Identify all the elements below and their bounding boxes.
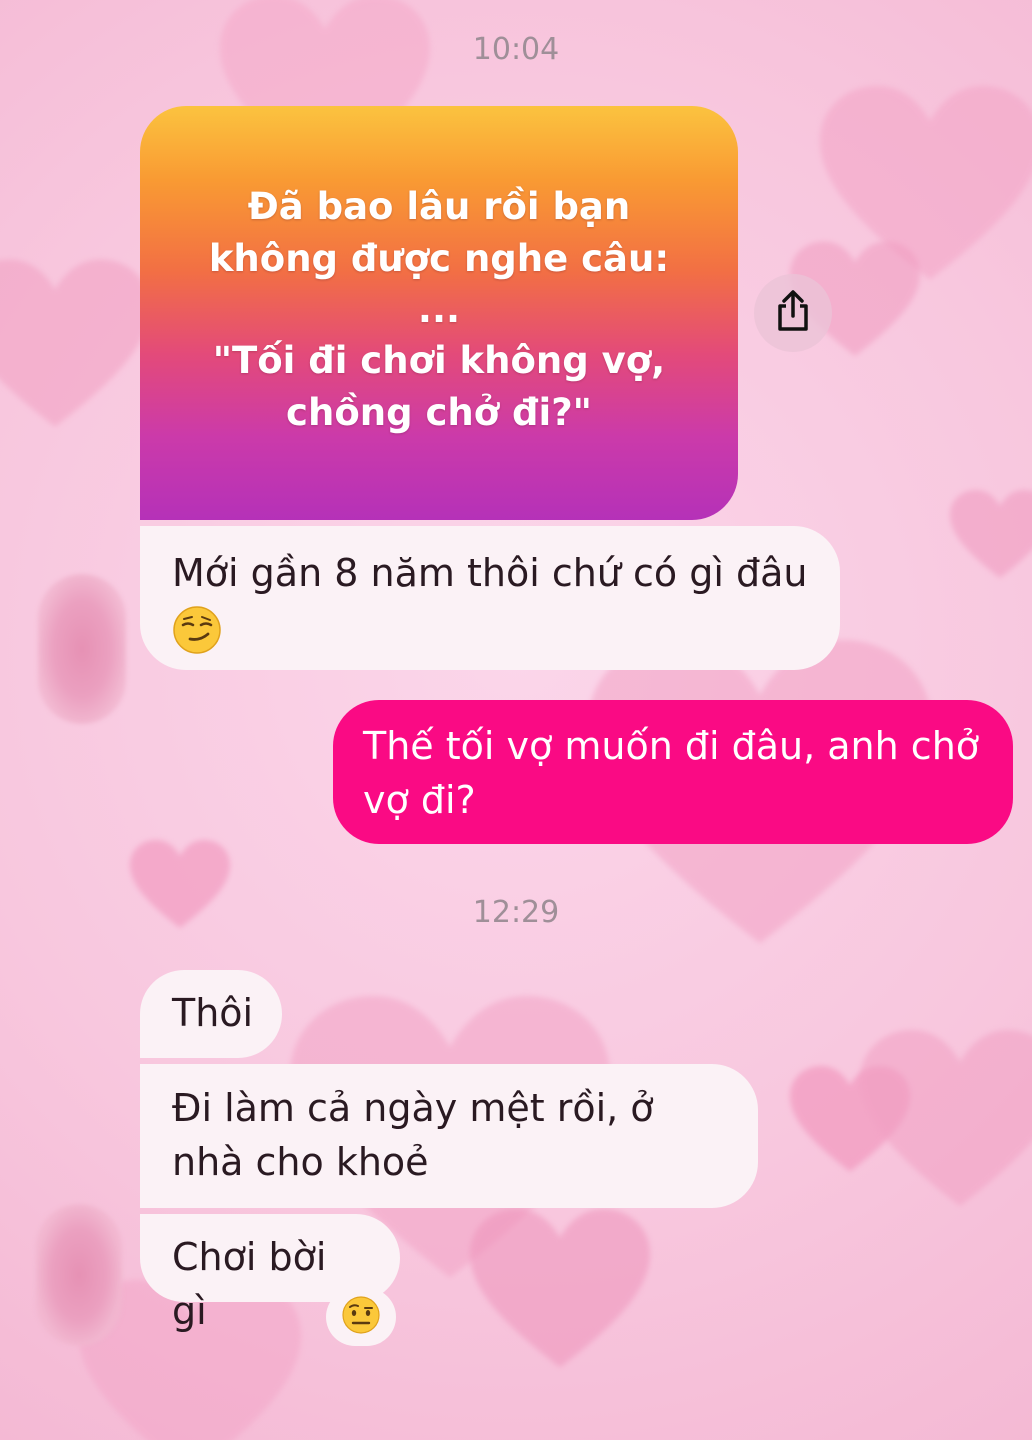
message-text: Mới gần 8 năm thôi chứ có gì đâu	[172, 551, 808, 595]
heart-decoration	[0, 230, 150, 460]
message-timestamp: 10:04	[472, 32, 560, 67]
heart-decoration	[860, 980, 1032, 1260]
heart-decoration	[950, 490, 1032, 580]
avatar[interactable]	[38, 574, 126, 724]
shared-post-line: không được nghe câu:	[208, 237, 670, 280]
share-button[interactable]	[754, 274, 832, 352]
shared-post-line: ...	[417, 288, 461, 331]
face-with-raised-eyebrow-icon	[341, 1295, 381, 1339]
avatar[interactable]	[36, 1204, 122, 1346]
incoming-message[interactable]: Đi làm cả ngày mệt rồi, ở nhà cho khoẻ	[140, 1064, 758, 1208]
message-text: Đi làm cả ngày mệt rồi, ở nhà cho khoẻ	[172, 1086, 654, 1184]
incoming-message[interactable]: Thôi	[140, 970, 282, 1058]
shared-post-line: "Tối đi chơi không vợ,	[212, 339, 666, 382]
outgoing-message[interactable]: Thế tối vợ muốn đi đâu, anh chở vợ đi?	[333, 700, 1013, 844]
share-icon	[775, 290, 811, 336]
smirking-face-icon	[172, 605, 222, 655]
message-reaction[interactable]	[326, 1288, 396, 1346]
shared-post-line: Đã bao lâu rồi bạn	[247, 185, 631, 228]
message-timestamp: 12:29	[472, 895, 560, 930]
message-text: Thôi	[172, 991, 254, 1035]
incoming-message[interactable]: Mới gần 8 năm thôi chứ có gì đâu	[140, 526, 840, 670]
shared-post-line: chồng chở đi?"	[286, 391, 592, 434]
message-text: Thế tối vợ muốn đi đâu, anh chở vợ đi?	[363, 724, 980, 822]
heart-decoration	[470, 1200, 650, 1380]
shared-post-card[interactable]: Đã bao lâu rồi bạn không được nghe câu: …	[140, 106, 738, 520]
